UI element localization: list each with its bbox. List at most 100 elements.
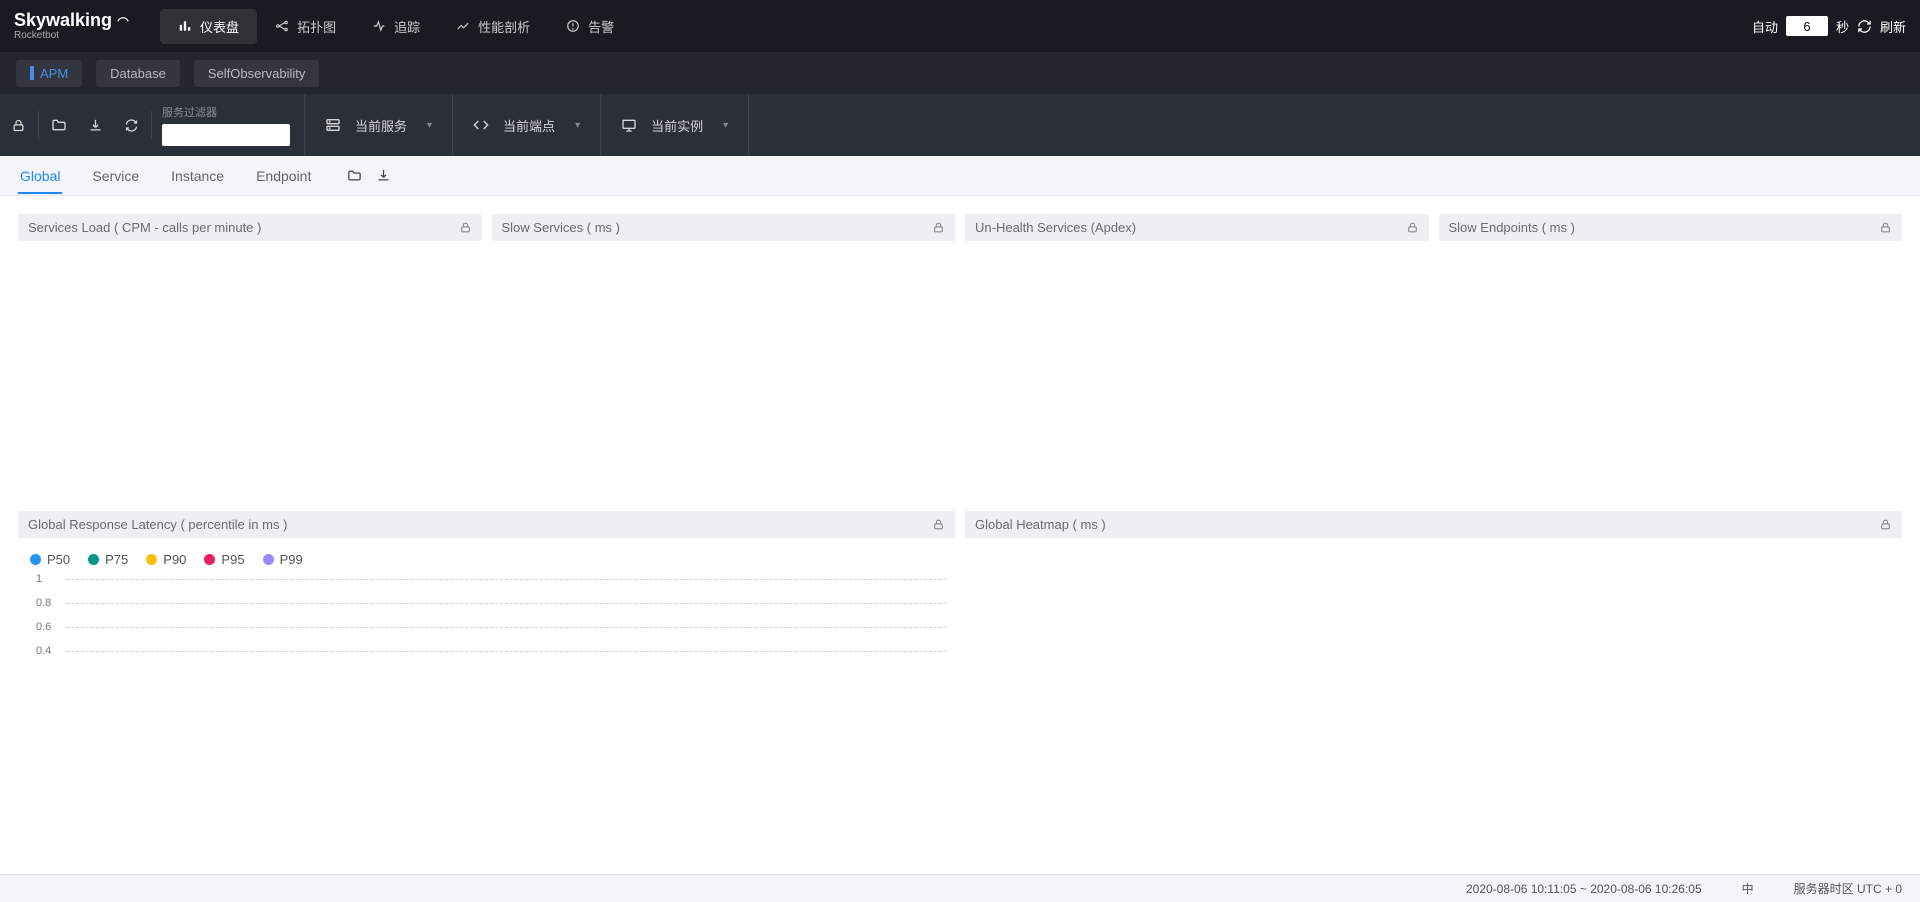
download-button[interactable]: [77, 94, 113, 156]
card-title: Global Response Latency ( percentile in …: [28, 517, 287, 532]
dashboard-tab-database[interactable]: Database: [96, 60, 180, 87]
instance-icon: [621, 117, 637, 133]
select-label: 当前服务: [355, 116, 407, 135]
card-global-latency: Global Response Latency ( percentile in …: [18, 511, 955, 703]
legend-item[interactable]: P95: [204, 552, 244, 567]
legend-swatch-icon: [30, 554, 41, 565]
download-icon: [376, 168, 391, 183]
nav-trace[interactable]: 追踪: [354, 9, 438, 44]
latency-legend: P50 P75 P90 P95 P99: [26, 548, 947, 579]
subtab-download-button[interactable]: [376, 168, 391, 183]
lock-icon[interactable]: [1879, 518, 1892, 531]
nav-label: 追踪: [394, 17, 420, 36]
legend-label: P75: [105, 552, 128, 567]
top-right-controls: 自动 秒 刷新: [1752, 16, 1906, 36]
legend-item[interactable]: P75: [88, 552, 128, 567]
content-area[interactable]: Services Load ( CPM - calls per minute )…: [0, 196, 1920, 874]
nav-label: 性能剖析: [478, 17, 530, 36]
nav-label: 仪表盘: [200, 17, 239, 36]
subtab-endpoint[interactable]: Endpoint: [254, 159, 313, 193]
card-title: Global Heatmap ( ms ): [975, 517, 1106, 532]
profile-icon: [456, 19, 470, 33]
filter-label: 服务过滤器: [162, 104, 290, 120]
card-global-heatmap: Global Heatmap ( ms ): [965, 511, 1902, 703]
download-icon: [88, 118, 103, 133]
sync-button[interactable]: [113, 94, 149, 156]
nav-alarm[interactable]: 告警: [548, 9, 632, 44]
legend-label: P50: [47, 552, 70, 567]
select-label: 当前端点: [503, 116, 555, 135]
legend-item[interactable]: P50: [30, 552, 70, 567]
card-title: Slow Endpoints ( ms ): [1449, 220, 1575, 235]
subtab-global[interactable]: Global: [18, 159, 62, 193]
auto-label: 自动: [1752, 17, 1778, 36]
y-axis-tick: 0.6: [36, 621, 51, 633]
refresh-interval-input[interactable]: [1786, 16, 1828, 36]
chip-label: SelfObservability: [208, 66, 306, 81]
legend-swatch-icon: [263, 554, 274, 565]
nav-dashboard[interactable]: 仪表盘: [160, 9, 257, 44]
card-title: Slow Services ( ms ): [502, 220, 620, 235]
lock-icon[interactable]: [1406, 221, 1419, 234]
legend-swatch-icon: [146, 554, 157, 565]
footer-time-range[interactable]: 2020-08-06 10:11:05 ~ 2020-08-06 10:26:0…: [1466, 882, 1702, 896]
folder-icon: [51, 117, 67, 133]
legend-label: P99: [280, 552, 303, 567]
subtab-service[interactable]: Service: [90, 159, 141, 193]
nav-topology[interactable]: 拓扑图: [257, 9, 354, 44]
current-endpoint-select[interactable]: 当前端点 ▾: [467, 116, 586, 135]
y-axis-tick: 0.8: [36, 597, 51, 609]
lock-icon[interactable]: [1879, 221, 1892, 234]
subtab-label: Endpoint: [256, 168, 311, 184]
chip-label: APM: [40, 66, 68, 81]
current-instance-select[interactable]: 当前实例 ▾: [615, 116, 734, 135]
code-icon: [473, 117, 489, 133]
card-title: Services Load ( CPM - calls per minute ): [28, 220, 261, 235]
chevron-down-icon: ▾: [723, 120, 728, 131]
lock-icon[interactable]: [459, 221, 472, 234]
chevron-down-icon: ▾: [575, 120, 580, 131]
seconds-label: 秒: [1836, 17, 1849, 36]
subtab-label: Instance: [171, 168, 224, 184]
refresh-icon[interactable]: [1857, 19, 1872, 34]
card-services-load: Services Load ( CPM - calls per minute ): [18, 214, 482, 501]
alert-icon: [566, 19, 580, 33]
sub-tabs: Global Service Instance Endpoint: [0, 156, 1920, 196]
subtab-folder-button[interactable]: [347, 168, 362, 183]
cards-row-2: Global Response Latency ( percentile in …: [18, 511, 1902, 703]
card-title: Un-Health Services (Apdex): [975, 220, 1136, 235]
service-filter-input[interactable]: [162, 124, 290, 146]
dashboard-tab-selfobservability[interactable]: SelfObservability: [194, 60, 320, 87]
legend-item[interactable]: P99: [263, 552, 303, 567]
top-navbar: Skywalking Rocketbot 仪表盘 拓扑图 追踪: [0, 0, 1920, 52]
gridline: [66, 651, 947, 652]
latency-chart: 10.80.60.4: [36, 579, 947, 699]
gridline: [66, 627, 947, 628]
current-service-select[interactable]: 当前服务 ▾: [319, 116, 438, 135]
sync-icon: [124, 118, 139, 133]
logo-swoosh-icon: [116, 13, 130, 27]
footer-lang-switch[interactable]: 中: [1742, 880, 1754, 897]
logo-subtext: Rocketbot: [14, 31, 130, 41]
logo-text: Skywalking: [14, 11, 112, 29]
cards-row-1: Services Load ( CPM - calls per minute )…: [18, 214, 1902, 501]
refresh-label[interactable]: 刷新: [1880, 17, 1906, 36]
subtab-instance[interactable]: Instance: [169, 159, 226, 193]
dashboard-tabs: APM Database SelfObservability: [0, 52, 1920, 94]
nav-label: 拓扑图: [297, 17, 336, 36]
legend-swatch-icon: [88, 554, 99, 565]
folder-button[interactable]: [41, 94, 77, 156]
server-icon: [325, 117, 341, 133]
nav-profile[interactable]: 性能剖析: [438, 9, 548, 44]
select-label: 当前实例: [651, 116, 703, 135]
legend-label: P90: [163, 552, 186, 567]
gridline: [66, 579, 947, 580]
lock-icon[interactable]: [932, 221, 945, 234]
toolbar: 服务过滤器 当前服务 ▾ 当前端点 ▾ 当前实例 ▾: [0, 94, 1920, 156]
trace-icon: [372, 19, 386, 33]
subtab-label: Service: [92, 168, 139, 184]
dashboard-tab-apm[interactable]: APM: [16, 60, 82, 87]
lock-icon[interactable]: [932, 518, 945, 531]
lock-button[interactable]: [0, 94, 36, 156]
legend-item[interactable]: P90: [146, 552, 186, 567]
